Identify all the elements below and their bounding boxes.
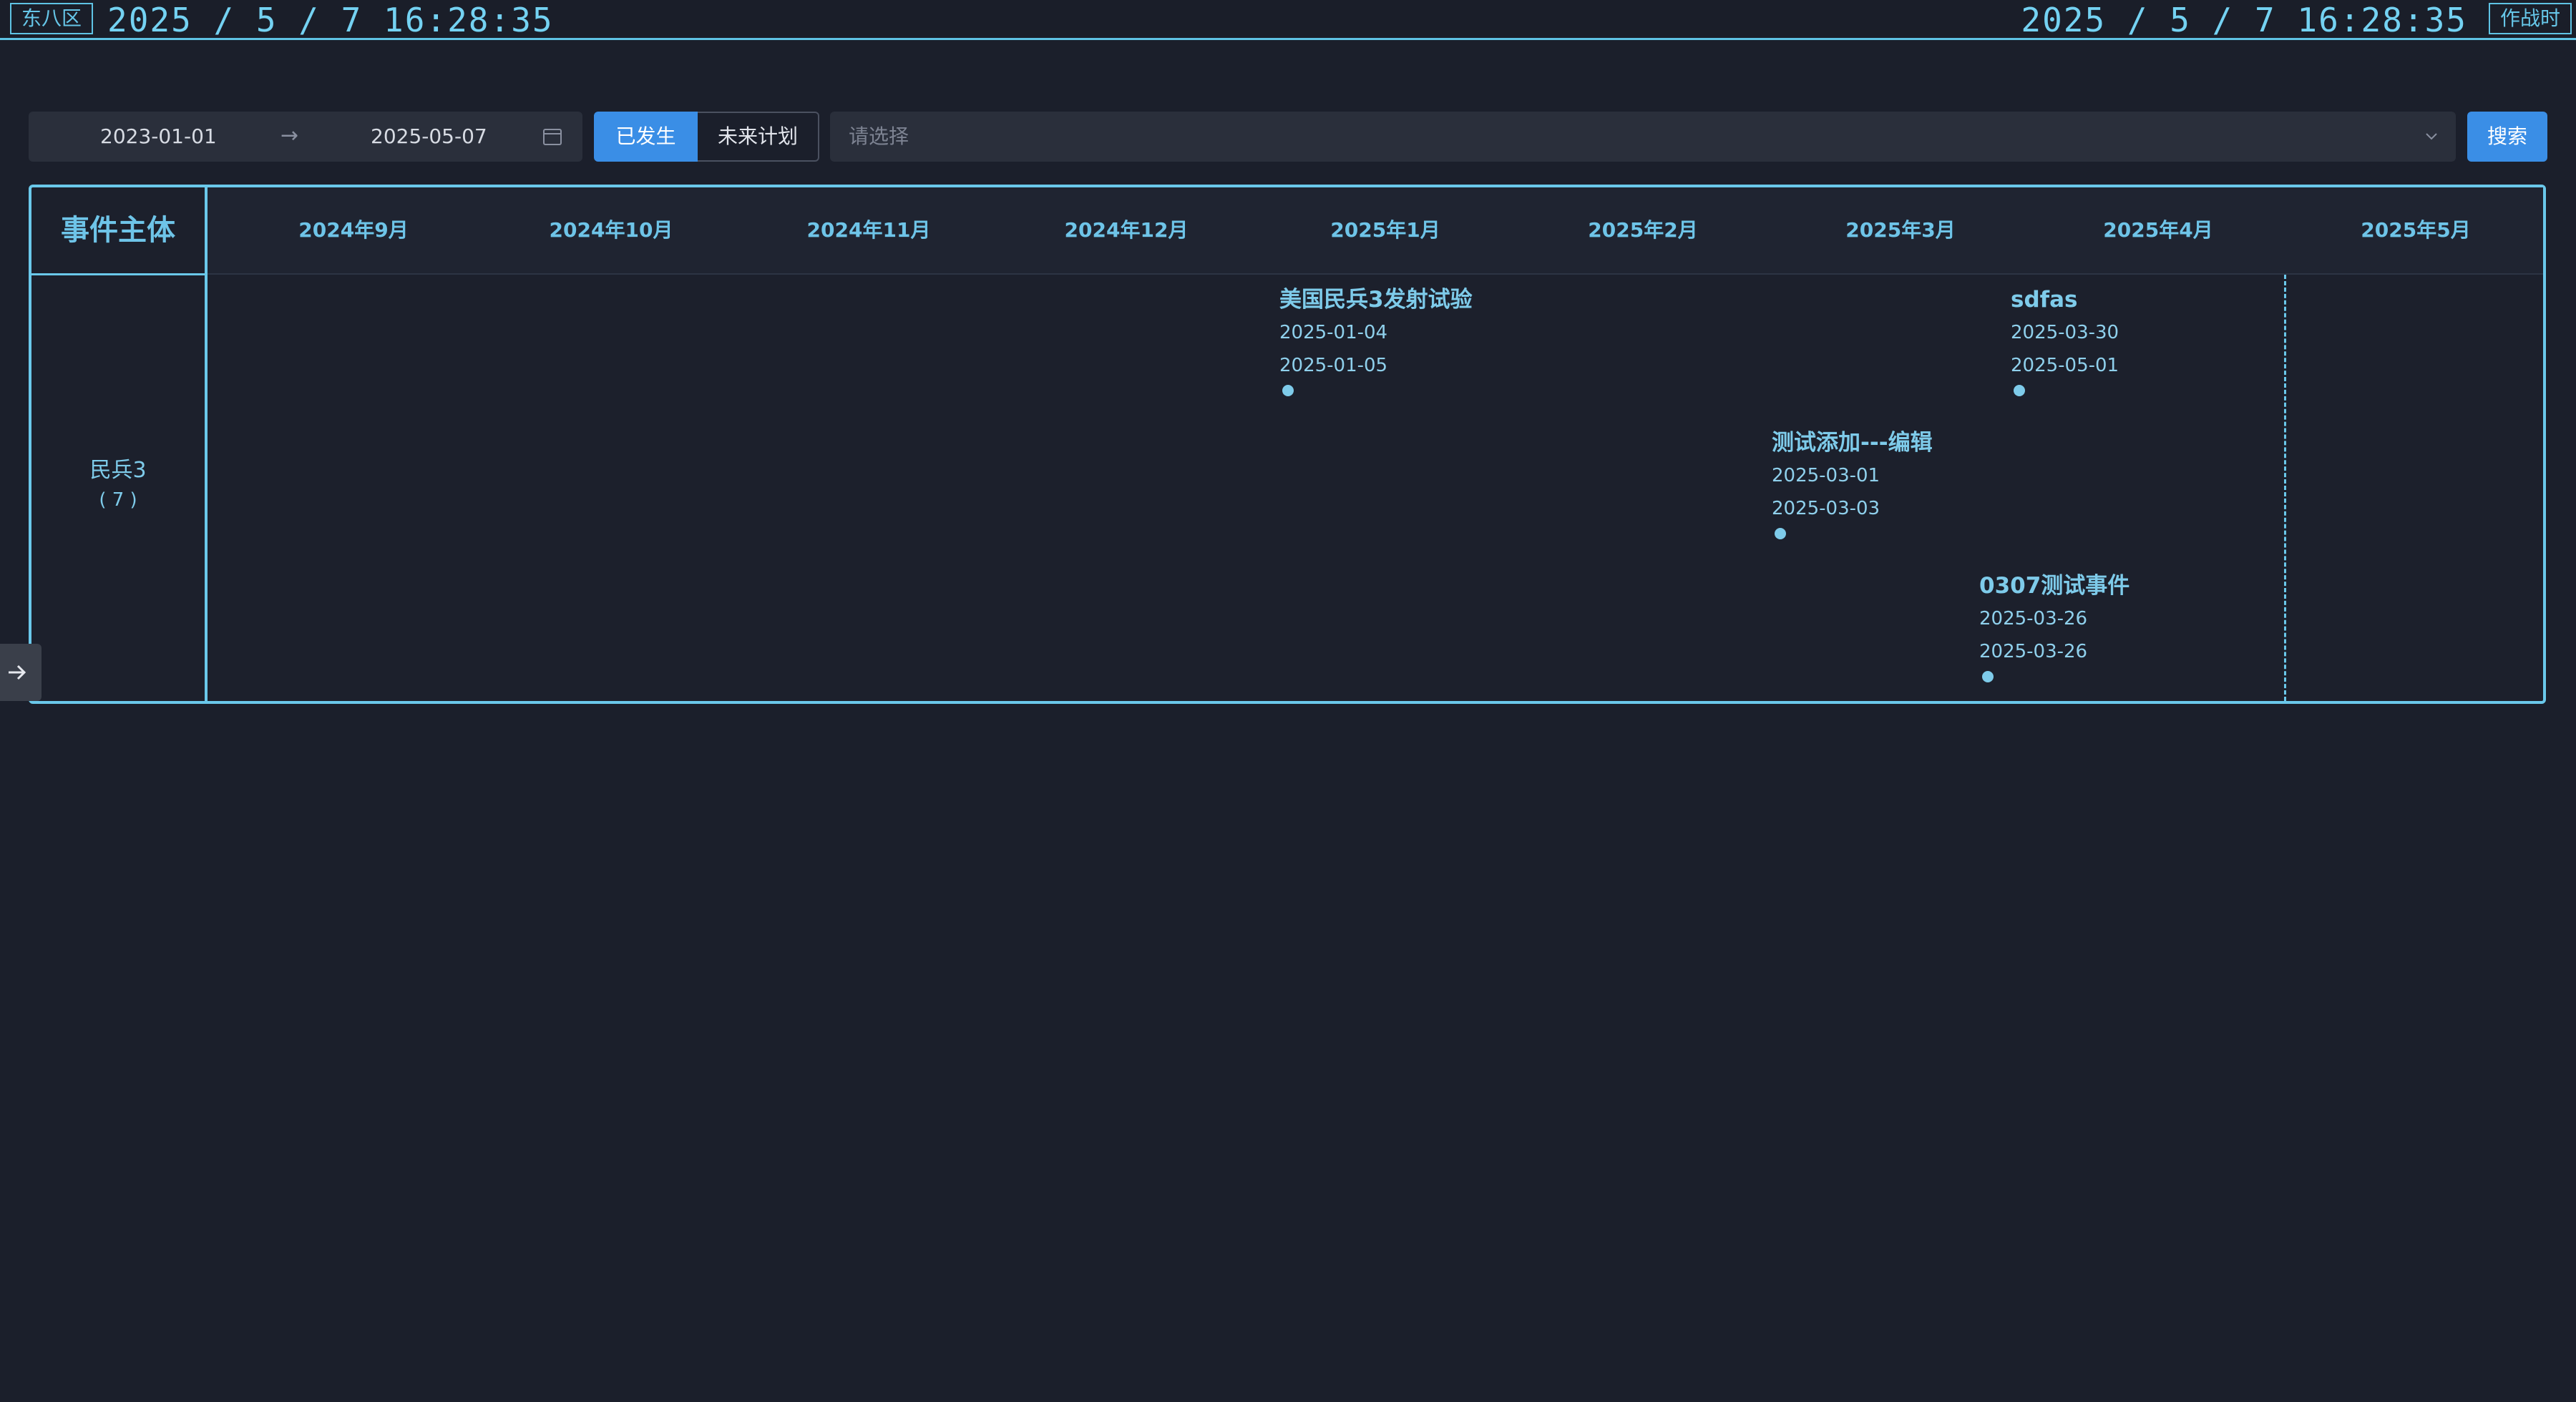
event-title[interactable]: 美国民兵3发射试验: [1279, 283, 1473, 316]
month-label: 2025年1月: [1330, 218, 1440, 242]
segment-future-plan[interactable]: 未来计划: [698, 112, 819, 162]
arrow-right-icon: [9, 665, 26, 680]
today-marker-line: [2284, 275, 2286, 701]
month-label: 2025年2月: [1588, 218, 1698, 242]
event-timeline: 事件主体 2024年9月 2024年10月 2024年11月 2024年12月 …: [29, 185, 2546, 704]
subject-header-divider: [31, 273, 205, 275]
event-end-date: 2025-01-05: [1279, 355, 1388, 376]
month-label: 2024年12月: [1064, 218, 1189, 242]
subject-event-count: ( 7 ): [99, 489, 137, 511]
clock-right: 2025 / 5 / 7 16:28:35: [2021, 1, 2467, 39]
timezone-tag[interactable]: 东八区: [10, 3, 94, 34]
event-end-date: 2025-05-01: [2011, 355, 2119, 376]
event-title[interactable]: 测试添加---编辑: [1772, 426, 1933, 459]
event-title[interactable]: sdfas: [2011, 283, 2119, 316]
subject-column-header: 事件主体: [61, 214, 175, 247]
mode-tag[interactable]: 作战时: [2488, 3, 2572, 34]
event-dot[interactable]: [2014, 385, 2025, 396]
timeline-event[interactable]: 美国民兵3发射试验 2025-01-04 2025-01-05: [1279, 283, 1473, 396]
timeline-event[interactable]: 0307测试事件 2025-03-26 2025-03-26: [1979, 569, 2129, 682]
event-start-date: 2025-01-04: [1279, 322, 1388, 343]
month-label: 2024年10月: [549, 218, 673, 242]
range-arrow-icon: →: [280, 123, 299, 148]
event-end-date: 2025-03-03: [1772, 498, 1880, 519]
date-range-picker[interactable]: 2023-01-01 → 2025-05-07: [29, 112, 582, 162]
event-start-date: 2025-03-30: [2011, 322, 2119, 343]
header-divider: [31, 273, 2543, 275]
event-dot[interactable]: [1775, 528, 1786, 539]
timeline-event[interactable]: sdfas 2025-03-30 2025-05-01: [2011, 283, 2119, 396]
month-label: 2024年9月: [298, 218, 409, 242]
timeline-event[interactable]: 测试添加---编辑 2025-03-01 2025-03-03: [1772, 426, 1933, 539]
month-label: 2025年3月: [1845, 218, 1956, 242]
sidebar-toggle-button[interactable]: [0, 644, 42, 701]
event-dot[interactable]: [1282, 385, 1294, 396]
top-bar: 东八区 2025 / 5 / 7 16:28:35 2025 / 5 / 7 1…: [0, 0, 2576, 40]
event-start-date: 2025-03-26: [1979, 608, 2088, 629]
month-label: 2024年11月: [806, 218, 931, 242]
event-dot[interactable]: [1982, 671, 1994, 682]
event-start-date: 2025-03-01: [1772, 465, 1880, 486]
subject-name[interactable]: 民兵3: [31, 452, 205, 484]
date-end-input[interactable]: 2025-05-07: [371, 112, 487, 162]
clock-left: 2025 / 5 / 7 16:28:35: [107, 1, 554, 39]
segment-occurred[interactable]: 已发生: [594, 112, 698, 162]
event-title[interactable]: 0307测试事件: [1979, 569, 2129, 602]
month-label: 2025年5月: [2361, 218, 2471, 242]
date-start-input[interactable]: 2023-01-01: [100, 112, 217, 162]
chevron-down-icon[interactable]: [2423, 129, 2440, 144]
select-placeholder: 请选择: [849, 124, 909, 148]
subject-column-divider: [205, 187, 208, 701]
subject-select[interactable]: 请选择: [830, 112, 2456, 162]
event-end-date: 2025-03-26: [1979, 641, 2088, 662]
calendar-icon[interactable]: [542, 127, 562, 146]
month-label: 2025年4月: [2103, 218, 2213, 242]
search-button[interactable]: 搜索: [2467, 112, 2547, 162]
filter-row: 2023-01-01 → 2025-05-07 已发生 未来计划 请选择 搜索: [29, 112, 2547, 162]
